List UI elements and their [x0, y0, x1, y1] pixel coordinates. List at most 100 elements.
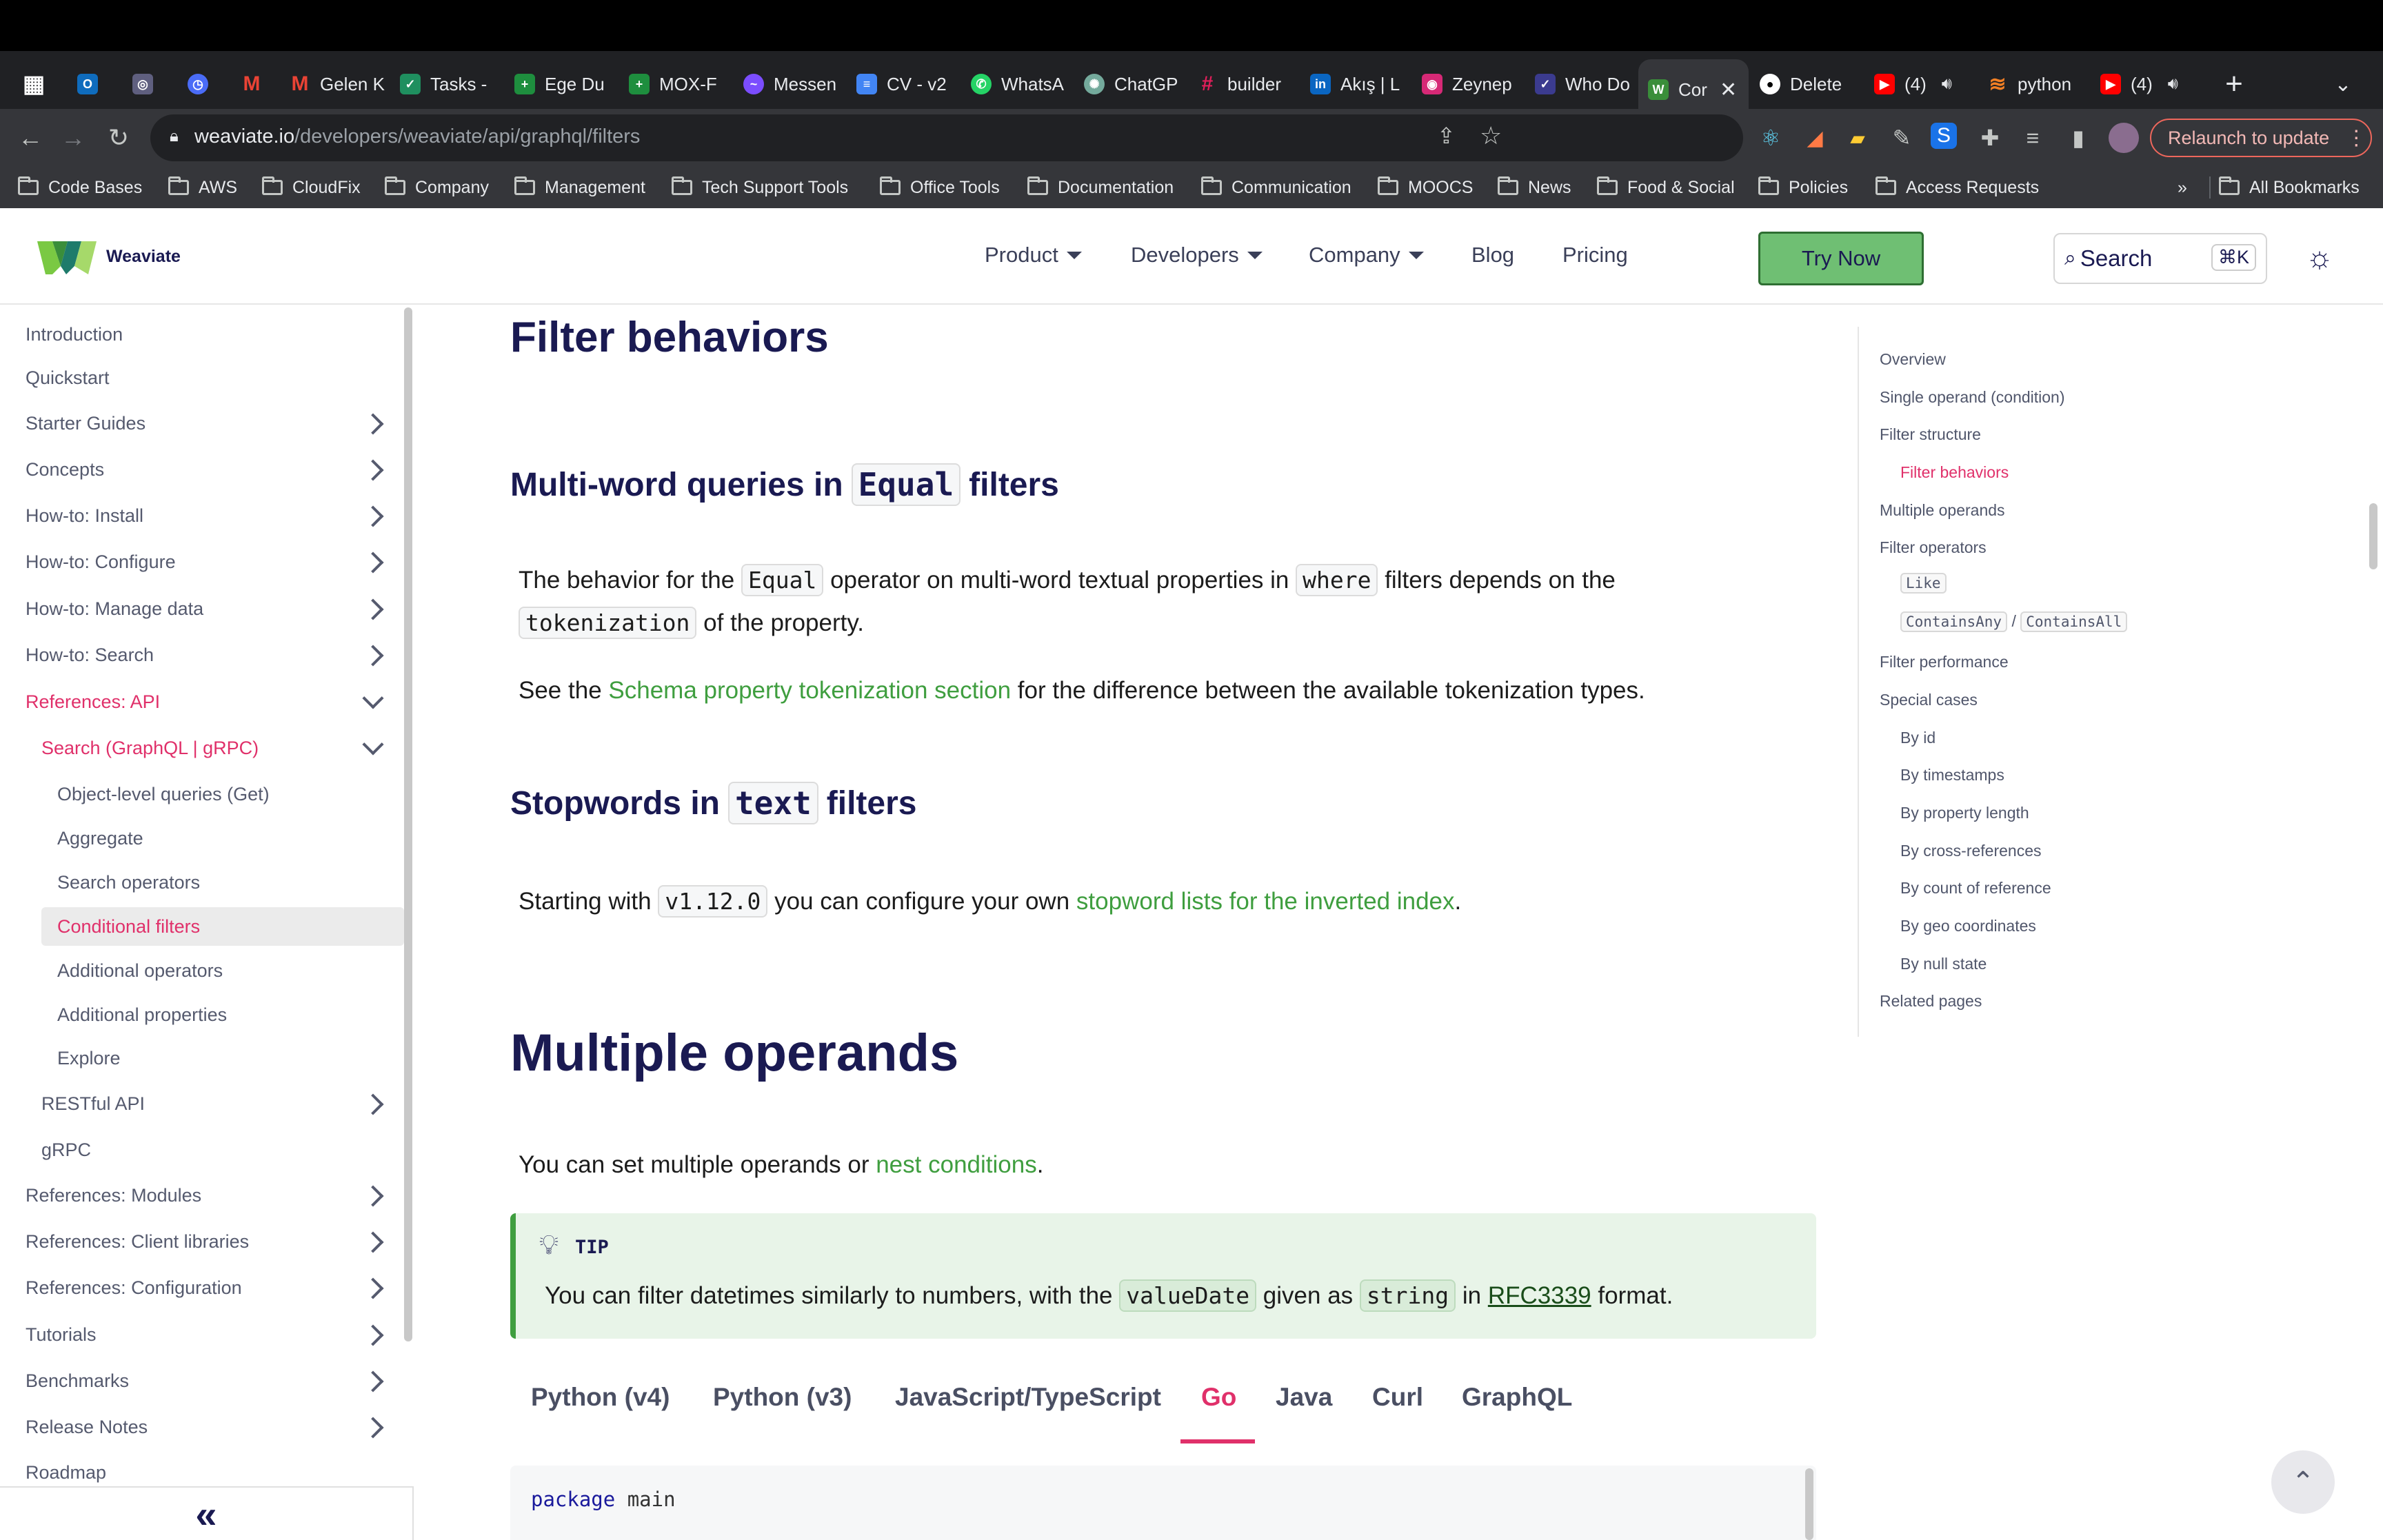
nav-company[interactable]: Company — [1309, 243, 1424, 267]
tab-mox[interactable]: + MOX-F — [629, 59, 725, 109]
collapse-sidebar-button[interactable]: « — [0, 1486, 414, 1540]
tab-youtube-2[interactable]: ▶ (4) 🔊︎ — [2100, 59, 2197, 109]
toc-item-multiple-operands[interactable]: Multiple operands — [1880, 501, 2005, 520]
toc-item-overview[interactable]: Overview — [1880, 350, 1946, 369]
toc-item-filter-operators[interactable]: Filter operators — [1880, 538, 1987, 557]
sidebar-item-benchmarks[interactable]: Benchmarks — [26, 1370, 129, 1392]
toc-item-by-geo-coordinates[interactable]: By geo coordinates — [1900, 917, 2036, 935]
tab-gelen[interactable]: M Gelen K — [290, 59, 386, 109]
nav-product[interactable]: Product — [985, 243, 1082, 267]
code-block[interactable]: package main — [510, 1466, 1816, 1540]
close-tab-icon[interactable]: ✕ — [1720, 78, 1737, 102]
bookmark-folder[interactable]: Management — [514, 174, 645, 201]
bookmark-folder[interactable]: Documentation — [1027, 174, 1174, 201]
sidebar-item-conditional-filters[interactable]: Conditional filters — [57, 916, 200, 938]
tab-messenger[interactable]: ~ Messen — [743, 59, 840, 109]
tab-builder[interactable]: # builder — [1197, 59, 1294, 109]
tab-github[interactable]: ● Delete — [1760, 59, 1856, 109]
tab-cv[interactable]: ≡ CV - v2 — [856, 59, 953, 109]
tab-outlook[interactable]: O — [77, 59, 112, 109]
extension-icon[interactable]: ▰ — [1842, 123, 1873, 153]
bookmark-folder[interactable]: CloudFix — [262, 174, 361, 201]
bookmark-folder[interactable]: News — [1498, 174, 1571, 201]
sidebar-item-aggregate[interactable]: Aggregate — [57, 828, 143, 849]
tab-javascript-typescript[interactable]: JavaScript/TypeScript — [895, 1383, 1161, 1412]
weaviate-logo[interactable]: Weaviate — [37, 236, 181, 277]
try-now-button[interactable]: Try Now — [1758, 232, 1924, 285]
toc-item-by-count-of-reference[interactable]: By count of reference — [1900, 879, 2051, 898]
toc-item-contains[interactable]: ContainsAny / ContainsAll — [1900, 611, 2128, 632]
nav-developers[interactable]: Developers — [1131, 243, 1263, 267]
sidebar-item-references-configuration[interactable]: References: Configuration — [26, 1277, 242, 1299]
sidebar-item-roadmap[interactable]: Roadmap — [26, 1462, 106, 1483]
sidebar-item-manage-data[interactable]: How-to: Manage data — [26, 598, 203, 620]
sidebar-item-configure[interactable]: How-to: Configure — [26, 551, 176, 573]
tab-search-chevron-icon[interactable]: ⌄ — [2328, 69, 2358, 99]
extension-icon[interactable]: ◢ — [1800, 123, 1830, 153]
tab-whodo[interactable]: ✓ Who Do — [1535, 59, 1631, 109]
profile-avatar[interactable] — [2109, 123, 2139, 153]
sidebar-item-grpc[interactable]: gRPC — [41, 1139, 91, 1161]
toc-item-by-null-state[interactable]: By null state — [1900, 955, 1987, 973]
bookmark-folder[interactable]: Tech Support Tools — [672, 174, 848, 201]
back-to-top-button[interactable]: ⌃ — [2271, 1450, 2335, 1514]
toc-item-filter-performance[interactable]: Filter performance — [1880, 653, 2009, 671]
toc-item-filter-structure[interactable]: Filter structure — [1880, 425, 1981, 444]
tab-curl[interactable]: Curl — [1372, 1383, 1423, 1412]
bookmarks-overflow[interactable]: » — [2178, 174, 2187, 201]
search-button[interactable]: ⌕ Search ⌘K — [2053, 233, 2267, 284]
tab-instagram[interactable]: ◉ Zeynep — [1422, 59, 1518, 109]
sidebar-item-references-api[interactable]: References: API — [26, 691, 160, 713]
code-scrollbar[interactable] — [1805, 1468, 1813, 1540]
new-tab-icon[interactable]: + — [2219, 67, 2249, 101]
toc-item-by-timestamps[interactable]: By timestamps — [1900, 766, 2004, 784]
link-schema-tokenization[interactable]: Schema property tokenization section — [608, 677, 1011, 705]
tab-python[interactable]: ≋ python — [1987, 59, 2084, 109]
sidebar-item-additional-operators[interactable]: Additional operators — [57, 960, 223, 982]
reload-icon[interactable]: ↻ — [102, 121, 135, 154]
bookmark-folder[interactable]: Company — [385, 174, 489, 201]
tab-clock[interactable]: ◷ — [188, 59, 222, 109]
sidebar-item-introduction[interactable]: Introduction — [26, 324, 123, 345]
sidebar-item-release-notes[interactable]: Release Notes — [26, 1417, 148, 1438]
nav-blog[interactable]: Blog — [1471, 243, 1514, 267]
sidebar-item-concepts[interactable]: Concepts — [26, 459, 104, 480]
extensions-puzzle-icon[interactable]: ✚ — [1975, 123, 2005, 153]
link-stopword-lists[interactable]: stopword lists for the inverted index — [1076, 888, 1455, 915]
tab-python-v3[interactable]: Python (v3) — [713, 1383, 852, 1412]
sidebar-item-get[interactable]: Object-level queries (Get) — [57, 784, 270, 805]
bookmark-folder[interactable]: Food & Social — [1597, 174, 1735, 201]
bookmark-folder[interactable]: Office Tools — [880, 174, 1000, 201]
side-panel-icon[interactable]: ▮ — [2063, 123, 2093, 153]
bookmark-star-icon[interactable]: ☆ — [1480, 121, 1502, 150]
bookmark-folder[interactable]: Code Bases — [18, 174, 142, 201]
tab-tasks[interactable]: ✓ Tasks - — [400, 59, 496, 109]
tab-youtube-1[interactable]: ▶ (4) 🔊︎ — [1874, 59, 1971, 109]
link-nest-conditions[interactable]: nest conditions — [876, 1151, 1036, 1179]
all-bookmarks[interactable]: All Bookmarks — [2219, 174, 2360, 201]
eyedropper-icon[interactable]: ✎ — [1887, 123, 1917, 153]
react-devtools-icon[interactable]: ⚛ — [1756, 123, 1786, 153]
tab-gmail[interactable]: M — [241, 59, 276, 109]
sidebar-item-install[interactable]: How-to: Install — [26, 505, 143, 527]
bookmark-folder[interactable]: MOOCS — [1378, 174, 1473, 201]
tab-ege[interactable]: + Ege Du — [514, 59, 611, 109]
sidebar-item-additional-properties[interactable]: Additional properties — [57, 1004, 227, 1026]
back-icon[interactable]: ← — [14, 121, 47, 154]
tab-whatsapp[interactable]: ✆ WhatsA — [971, 59, 1067, 109]
bookmark-folder[interactable]: AWS — [168, 174, 237, 201]
relaunch-button[interactable]: Relaunch to update ⋮ — [2150, 119, 2372, 157]
sidebar-item-client-libraries[interactable]: References: Client libraries — [26, 1231, 249, 1253]
sidebar-item-restful-api[interactable]: RESTful API — [41, 1093, 145, 1115]
sidebar-item-starter-guides[interactable]: Starter Guides — [26, 413, 145, 434]
sidebar-item-explore[interactable]: Explore — [57, 1048, 121, 1069]
bookmark-folder[interactable]: Communication — [1201, 174, 1351, 201]
theme-toggle-sun-icon[interactable]: ☼ — [2303, 241, 2336, 274]
toc-item-single-operand[interactable]: Single operand (condition) — [1880, 388, 2065, 407]
toc-item-like[interactable]: Like — [1900, 573, 1947, 594]
reading-list-icon[interactable]: ≡ — [2018, 123, 2048, 153]
forward-icon[interactable]: → — [57, 121, 90, 154]
sidebar-item-references-modules[interactable]: References: Modules — [26, 1185, 201, 1206]
tab-go[interactable]: Go — [1201, 1383, 1236, 1412]
nav-pricing[interactable]: Pricing — [1562, 243, 1628, 267]
